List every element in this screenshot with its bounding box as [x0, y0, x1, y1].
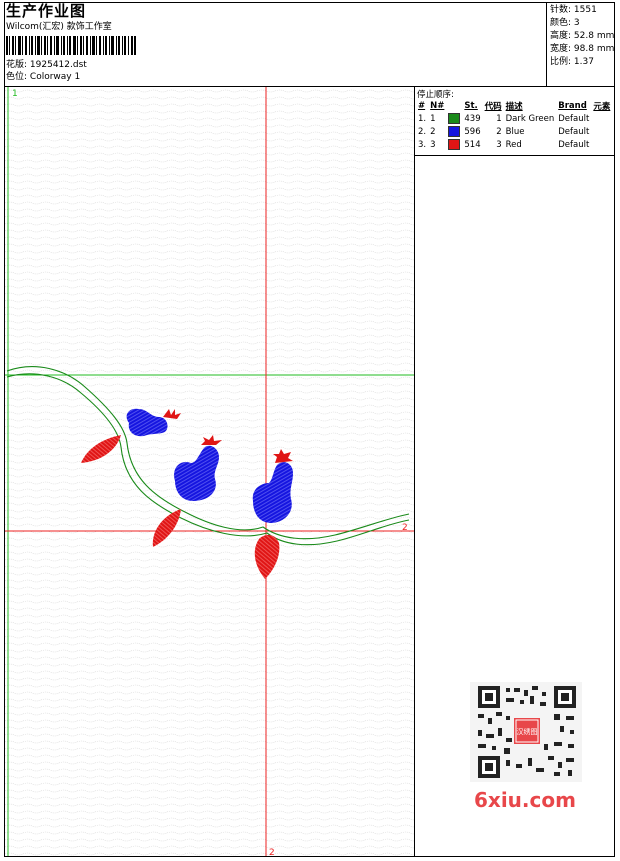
stitch-count-label: 针数: — [550, 5, 572, 15]
stitch-count: 针数: 1551 — [550, 4, 615, 17]
design-canvas: 1 2 2 — [5, 87, 414, 856]
seal-text: 汉绣图 — [517, 727, 538, 736]
col-swatch — [446, 99, 462, 112]
row-swatch — [446, 125, 462, 138]
col-code: 代码 — [484, 101, 502, 112]
qr-code: 汉绣图 — [470, 682, 582, 782]
row-desc: Dark Green — [505, 113, 555, 124]
col-n: N# — [430, 100, 445, 111]
sheet-title: 生产作业图 — [6, 2, 87, 20]
design-file-row: 花版: 1925412.dst — [6, 59, 546, 71]
ratio-value: 1.37 — [573, 57, 594, 67]
width-value: 98.8 mm — [573, 44, 615, 54]
row-n: 2 — [430, 126, 436, 137]
col-desc: 描述 — [505, 101, 523, 112]
guide-label-v2: 2 — [269, 848, 275, 856]
stitch-count-value: 1551 — [573, 5, 597, 15]
row-brand: Default — [558, 113, 590, 124]
row-brand: Default — [558, 126, 590, 137]
table-row: 1. 1 439 1 Dark Green Default — [416, 112, 612, 125]
watermark-site: 6xiu.com — [474, 788, 576, 812]
height-value: 52.8 mm — [573, 31, 615, 41]
colorway-value: Colorway 1 — [29, 72, 81, 82]
row-swatch — [446, 138, 462, 151]
color-swatch — [448, 139, 461, 150]
row-n: 1 — [430, 113, 436, 124]
row-code: 2 — [496, 126, 502, 137]
row-brand: Default — [558, 139, 590, 150]
row-st: 596 — [464, 126, 481, 137]
row-seq: 3. — [418, 139, 427, 150]
stop-table-header: # N# St. 代码 描述 Brand 元素 — [416, 99, 612, 112]
row-st: 439 — [464, 113, 481, 124]
design-preview: 1 2 2 — [5, 87, 414, 856]
ratio-label: 比例: — [550, 57, 572, 67]
row-element — [591, 138, 612, 151]
design-width: 宽度: 98.8 mm — [550, 43, 615, 56]
panel-divider — [414, 86, 415, 857]
row-code: 1 — [496, 113, 502, 124]
color-swatch — [448, 126, 461, 137]
width-label: 宽度: — [550, 44, 572, 54]
row-seq: 1. — [418, 113, 427, 124]
col-st: St. — [464, 100, 478, 111]
stats-panel: 针数: 1551 颜色: 3 高度: 52.8 mm 宽度: 98.8 mm 比… — [546, 2, 615, 86]
guide-label-h2: 2 — [402, 523, 408, 533]
color-swatch — [448, 113, 461, 124]
row-code: 3 — [496, 139, 502, 150]
table-row: 3. 3 514 3 Red Default — [416, 138, 612, 151]
row-desc: Blue — [505, 126, 525, 137]
guide-label-1: 1 — [12, 89, 18, 99]
barcode — [6, 36, 136, 55]
row-seq: 2. — [418, 126, 427, 137]
row-element — [591, 112, 612, 125]
color-count-value: 3 — [573, 18, 580, 28]
design-value: 1925412.dst — [29, 60, 87, 70]
company-name: Wilcom(汇宏) 款饰工作室 — [6, 22, 112, 32]
color-count-label: 颜色: — [550, 18, 572, 28]
height-label: 高度: — [550, 31, 572, 41]
row-swatch — [446, 112, 462, 125]
col-brand: Brand — [558, 100, 587, 111]
colorway-label: 色位: — [6, 72, 28, 82]
header-left: 生产作业图 Wilcom(汇宏) 款饰工作室 花版: 1925412.dst 色… — [6, 3, 546, 83]
colorway-row: 色位: Colorway 1 — [6, 71, 546, 83]
design-height: 高度: 52.8 mm — [550, 30, 615, 43]
col-element: 元素 — [593, 101, 611, 112]
design-label: 花版: — [6, 60, 28, 70]
stop-sequence-table: # N# St. 代码 描述 Brand 元素 1. 1 439 1 Dark … — [416, 99, 612, 151]
col-seq: # — [418, 100, 426, 111]
design-ratio: 比例: 1.37 — [550, 56, 615, 69]
row-n: 3 — [430, 139, 436, 150]
table-row: 2. 2 596 2 Blue Default — [416, 125, 612, 138]
stop-sequence-panel: 停止顺序: # N# St. 代码 描述 Brand 元素 1. 1 439 1… — [415, 87, 614, 156]
row-element — [591, 125, 612, 138]
color-count: 颜色: 3 — [550, 17, 615, 30]
row-st: 514 — [464, 139, 481, 150]
row-desc: Red — [505, 139, 522, 150]
